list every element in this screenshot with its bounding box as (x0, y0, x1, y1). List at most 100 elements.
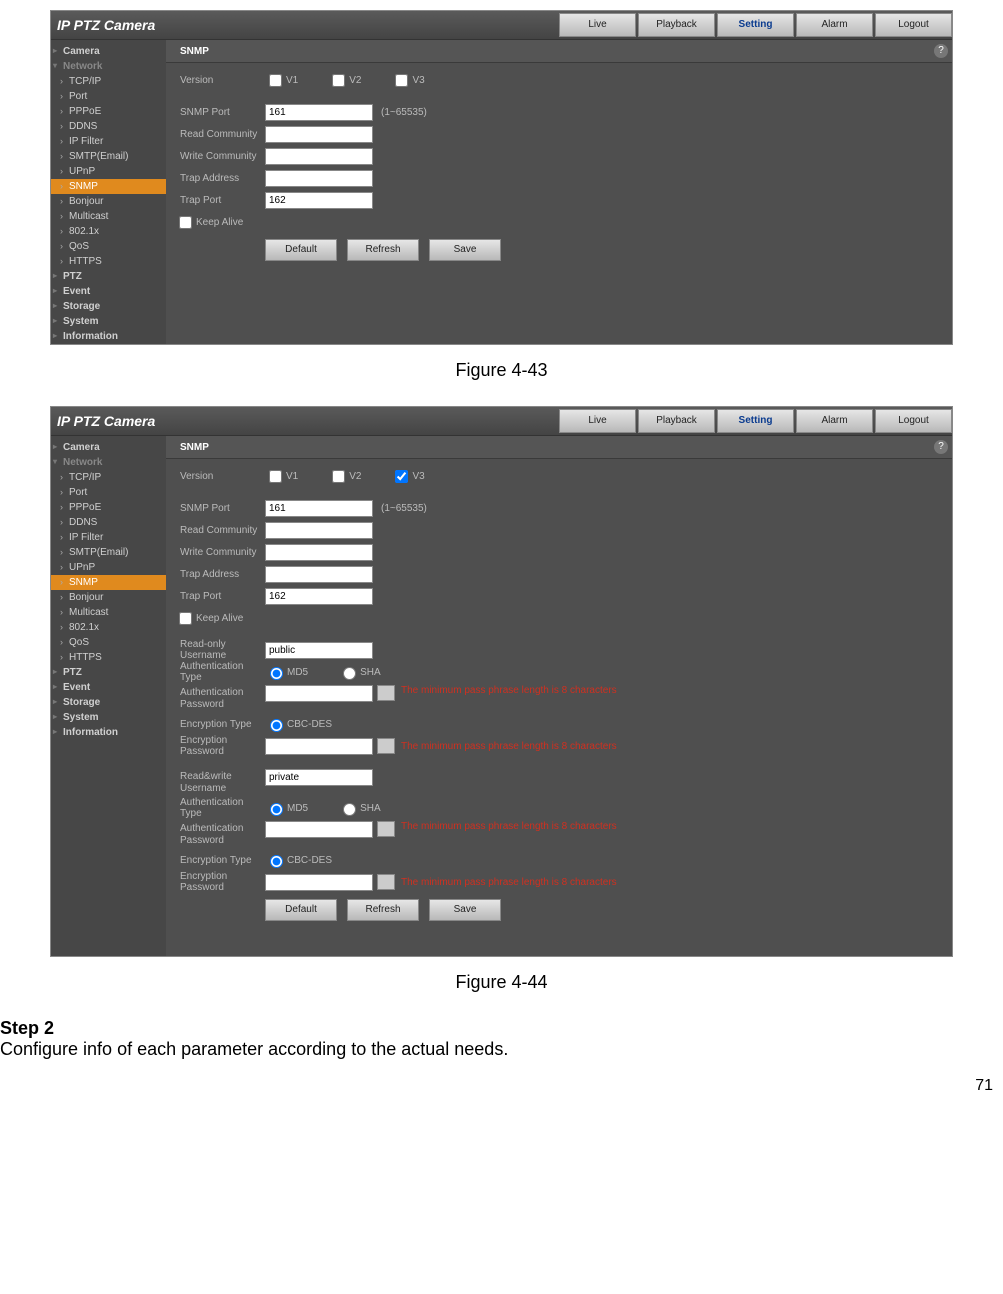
sidebar-item-https[interactable]: HTTPS (51, 650, 166, 665)
auth-sha-radio-2[interactable]: SHA (338, 800, 381, 816)
auth-md5-radio[interactable]: MD5 (265, 664, 308, 680)
version-label: Version (180, 75, 265, 86)
sidebar-cat-network[interactable]: Network (51, 455, 166, 470)
ro-username-input[interactable] (265, 642, 373, 659)
read-community-input[interactable] (265, 126, 373, 143)
help-icon[interactable]: ? (934, 440, 948, 454)
sidebar-cat-information[interactable]: Information (51, 725, 166, 740)
keep-alive-checkbox[interactable]: Keep Alive (175, 213, 243, 232)
sidebar-item-snmp[interactable]: SNMP (51, 575, 166, 590)
keyboard-icon[interactable] (377, 685, 395, 701)
sidebar-item-bonjour[interactable]: Bonjour (51, 590, 166, 605)
auth-password-input-2[interactable] (265, 821, 373, 838)
auth-sha-radio[interactable]: SHA (338, 664, 381, 680)
sidebar-cat-camera[interactable]: Camera (51, 44, 166, 59)
sidebar-cat-system[interactable]: System (51, 314, 166, 329)
version-v2-checkbox[interactable]: V2 (328, 467, 361, 486)
sidebar-cat-storage[interactable]: Storage (51, 695, 166, 710)
sidebar-item-dot1x[interactable]: 802.1x (51, 224, 166, 239)
app-title: IP PTZ Camera (51, 17, 557, 33)
snmp-port-input[interactable] (265, 500, 373, 517)
default-button[interactable]: Default (265, 899, 337, 921)
sidebar-item-snmp[interactable]: SNMP (51, 179, 166, 194)
trap-port-label: Trap Port (180, 195, 265, 206)
sidebar-item-upnp[interactable]: UPnP (51, 560, 166, 575)
version-v3-checkbox[interactable]: V3 (391, 467, 424, 486)
sidebar-item-multicast[interactable]: Multicast (51, 209, 166, 224)
tab-setting[interactable]: Setting (717, 13, 794, 37)
sidebar-item-ddns[interactable]: DDNS (51, 119, 166, 134)
sidebar-cat-information[interactable]: Information (51, 329, 166, 344)
trap-port-label: Trap Port (180, 591, 265, 602)
tab-logout[interactable]: Logout (875, 13, 952, 37)
sidebar-item-multicast[interactable]: Multicast (51, 605, 166, 620)
version-v1-checkbox[interactable]: V1 (265, 467, 298, 486)
sidebar-item-ipfilter[interactable]: IP Filter (51, 134, 166, 149)
sidebar-item-pppoe[interactable]: PPPoE (51, 104, 166, 119)
trap-address-input[interactable] (265, 170, 373, 187)
keyboard-icon[interactable] (377, 821, 395, 837)
version-v3-checkbox[interactable]: V3 (391, 71, 424, 90)
auth-password-label-2: Authentication Password (180, 821, 265, 847)
read-community-input[interactable] (265, 522, 373, 539)
tab-logout[interactable]: Logout (875, 409, 952, 433)
ui-header: IP PTZ Camera Live Playback Setting Alar… (51, 11, 952, 40)
sidebar-cat-network[interactable]: Network (51, 59, 166, 74)
refresh-button[interactable]: Refresh (347, 239, 419, 261)
sidebar-item-smtp[interactable]: SMTP(Email) (51, 545, 166, 560)
keep-alive-checkbox[interactable]: Keep Alive (175, 609, 243, 628)
enc-password-input[interactable] (265, 738, 373, 755)
help-icon[interactable]: ? (934, 44, 948, 58)
sidebar-item-qos[interactable]: QoS (51, 635, 166, 650)
save-button[interactable]: Save (429, 239, 501, 261)
sidebar-cat-event[interactable]: Event (51, 680, 166, 695)
sidebar-item-qos[interactable]: QoS (51, 239, 166, 254)
trap-address-input[interactable] (265, 566, 373, 583)
keyboard-icon[interactable] (377, 874, 395, 890)
tab-live[interactable]: Live (559, 13, 636, 37)
enc-password-input-2[interactable] (265, 874, 373, 891)
enc-cbcdes-radio-2[interactable]: CBC-DES (265, 852, 332, 868)
sidebar-item-port[interactable]: Port (51, 485, 166, 500)
tab-playback[interactable]: Playback (638, 409, 715, 433)
sidebar-item-port[interactable]: Port (51, 89, 166, 104)
tab-setting[interactable]: Setting (717, 409, 794, 433)
tab-live[interactable]: Live (559, 409, 636, 433)
tab-alarm[interactable]: Alarm (796, 409, 873, 433)
sidebar-cat-ptz[interactable]: PTZ (51, 665, 166, 680)
sidebar-item-tcpip[interactable]: TCP/IP (51, 470, 166, 485)
snmp-port-hint: (1~65535) (381, 107, 427, 118)
rw-username-input[interactable] (265, 769, 373, 786)
sidebar-cat-system[interactable]: System (51, 710, 166, 725)
save-button[interactable]: Save (429, 899, 501, 921)
keyboard-icon[interactable] (377, 738, 395, 754)
sidebar-item-ddns[interactable]: DDNS (51, 515, 166, 530)
sidebar: Camera Network TCP/IP Port PPPoE DDNS IP… (51, 40, 166, 344)
auth-password-input[interactable] (265, 685, 373, 702)
version-v1-checkbox[interactable]: V1 (265, 71, 298, 90)
enc-cbcdes-radio[interactable]: CBC-DES (265, 716, 332, 732)
sidebar-item-tcpip[interactable]: TCP/IP (51, 74, 166, 89)
sidebar-item-dot1x[interactable]: 802.1x (51, 620, 166, 635)
sidebar-cat-storage[interactable]: Storage (51, 299, 166, 314)
write-community-input[interactable] (265, 148, 373, 165)
tab-alarm[interactable]: Alarm (796, 13, 873, 37)
sidebar-cat-ptz[interactable]: PTZ (51, 269, 166, 284)
sidebar-cat-camera[interactable]: Camera (51, 440, 166, 455)
trap-port-input[interactable] (265, 192, 373, 209)
sidebar-item-ipfilter[interactable]: IP Filter (51, 530, 166, 545)
sidebar-item-bonjour[interactable]: Bonjour (51, 194, 166, 209)
trap-port-input[interactable] (265, 588, 373, 605)
sidebar-item-pppoe[interactable]: PPPoE (51, 500, 166, 515)
refresh-button[interactable]: Refresh (347, 899, 419, 921)
tab-playback[interactable]: Playback (638, 13, 715, 37)
default-button[interactable]: Default (265, 239, 337, 261)
auth-md5-radio-2[interactable]: MD5 (265, 800, 308, 816)
version-v2-checkbox[interactable]: V2 (328, 71, 361, 90)
sidebar-item-https[interactable]: HTTPS (51, 254, 166, 269)
write-community-input[interactable] (265, 544, 373, 561)
sidebar-item-smtp[interactable]: SMTP(Email) (51, 149, 166, 164)
sidebar-item-upnp[interactable]: UPnP (51, 164, 166, 179)
snmp-port-input[interactable] (265, 104, 373, 121)
sidebar-cat-event[interactable]: Event (51, 284, 166, 299)
